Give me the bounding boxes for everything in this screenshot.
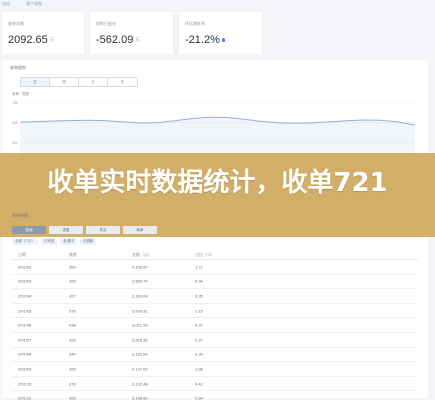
column-header-count[interactable]: 笔数 (69, 252, 77, 258)
cell-count: 340 (69, 351, 76, 357)
cell-count: 425 (69, 395, 76, 400)
cell-amount: 3,182.84 (132, 351, 148, 357)
cell-amount: 3,168.90 (132, 395, 148, 400)
cell-count: 376 (69, 308, 76, 314)
filter-section-label: 收单明细 (12, 213, 28, 218)
table-row[interactable]: 2/01/02 350 3,106.97 1.72 (12, 260, 418, 275)
table-row[interactable]: 2/01/04 427 3,163.04 0.35 (12, 289, 418, 304)
refresh-button[interactable]: 刷新 (123, 226, 157, 234)
stat-number: -562.09 (96, 34, 134, 46)
table-row[interactable]: 2/01/11 425 3,168.90 0.34 (12, 391, 418, 400)
cell-date: 2/01/06 (18, 322, 32, 328)
title-banner: 收单实时数据统计，收单721 (0, 153, 435, 237)
column-header-date[interactable]: 日期 (18, 252, 26, 258)
cell-amount: 3,127.00 (132, 366, 148, 372)
cell-amount: 3,132.48 (132, 381, 148, 387)
stat-number: -21.2% (185, 34, 220, 46)
cell-count: 350 (69, 264, 76, 270)
table-row[interactable]: 2/01/05 376 3,979.31 1.15 (12, 304, 418, 319)
cell-share: 0.37 (195, 337, 203, 343)
cell-date: 2/01/09 (18, 366, 32, 372)
filter-button-row: 查询 重置 导出 刷新 (12, 226, 157, 234)
segment-week[interactable]: 周 (50, 78, 79, 86)
cell-count: 425 (69, 337, 76, 343)
panel-title: 收单趋势 (10, 65, 26, 70)
cell-date: 2/01/07 (18, 337, 32, 343)
segment-year[interactable]: 年 (108, 78, 137, 86)
cell-amount: 3,315.36 (132, 337, 148, 343)
period-segmented-control: 日 周 月 年 (20, 77, 138, 87)
cell-amount: 3,163.04 (132, 293, 148, 299)
stat-card-change: 较昨日变化 -562.09 元 (90, 12, 173, 54)
segment-month[interactable]: 月 (79, 78, 108, 86)
stat-label: 收单总额 (8, 21, 24, 26)
chip-all[interactable]: 全部（721） (12, 238, 38, 245)
y-tick-label: 450 (12, 141, 18, 145)
cell-date: 2/01/03 (18, 278, 32, 284)
cell-share: 0.32 (195, 322, 203, 328)
cell-amount: 3,021.53 (132, 322, 148, 328)
stat-label: 较昨日变化 (96, 21, 116, 26)
cell-share: 1.72 (195, 264, 203, 270)
cell-share: 0.34 (195, 278, 203, 284)
stat-unit: 元 (135, 37, 140, 43)
stat-value: -562.09 元 (96, 34, 139, 46)
cell-date: 2/01/05 (18, 308, 32, 314)
table-row[interactable]: 2/01/09 425 3,127.00 1.38 (12, 362, 418, 377)
stat-value: 2092.65 元 (8, 34, 54, 46)
cell-count: 427 (69, 293, 76, 299)
column-header-amount[interactable]: 金额（元） (132, 252, 152, 258)
cell-share: 0.42 (195, 381, 203, 387)
cell-date: 2/01/08 (18, 351, 32, 357)
tab-phone[interactable]: 电话 (2, 1, 10, 7)
top-tab-bar: 电话 客户画像 (0, 0, 435, 10)
cell-amount: 3,979.31 (132, 308, 148, 314)
query-button[interactable]: 查询 (12, 226, 46, 234)
cell-date: 2/01/10 (18, 381, 32, 387)
cell-amount: 3,554.74 (132, 278, 148, 284)
table-row[interactable]: 2/01/07 425 3,315.36 0.37 (12, 333, 418, 348)
cell-share: 0.34 (195, 395, 203, 400)
stat-value: -21.2% (185, 34, 225, 46)
status-chip-row: 全部（721） 已完成 处理中 已退款 (12, 238, 97, 245)
y-tick-label: 750 (12, 101, 18, 105)
cell-date: 2/01/11 (18, 395, 32, 400)
cell-count: 438 (69, 322, 76, 328)
stat-card-growth: 环比增长率 -21.2% (179, 12, 262, 54)
y-tick-label: 600 (12, 121, 18, 125)
segment-day[interactable]: 日 (21, 78, 50, 86)
column-header-share[interactable]: 占比（%） (195, 252, 215, 258)
chip-completed[interactable]: 已完成 (40, 238, 58, 245)
cell-count: 376 (69, 381, 76, 387)
droplet-icon (221, 38, 225, 43)
cell-share: 0.34 (195, 351, 203, 357)
table-row[interactable]: 2/01/06 438 3,021.53 0.32 (12, 318, 418, 333)
cell-date: 2/01/02 (18, 264, 32, 270)
table-row[interactable]: 2/01/10 376 3,132.48 0.42 (12, 377, 418, 392)
chip-refunded[interactable]: 已退款 (79, 238, 97, 245)
cell-share: 0.35 (195, 293, 203, 299)
tab-customer-profile[interactable]: 客户画像 (26, 1, 42, 7)
banner-title: 收单实时数据统计，收单721 (47, 168, 388, 198)
cell-share: 1.15 (195, 308, 203, 314)
cell-amount: 3,106.97 (132, 264, 148, 270)
table-row[interactable]: 2/01/03 425 3,554.74 0.34 (12, 275, 418, 290)
chart-legend: 收单 · 笔数 (12, 92, 30, 96)
cell-share: 1.38 (195, 366, 203, 372)
cell-date: 2/01/04 (18, 293, 32, 299)
reset-button[interactable]: 重置 (49, 226, 83, 234)
cell-count: 425 (69, 278, 76, 284)
cell-count: 425 (69, 366, 76, 372)
table-header-row: 日期 笔数 金额（元） 占比（%） (12, 250, 418, 260)
stat-card-total: 收单总额 2092.65 元 (2, 12, 84, 54)
stat-unit: 元 (49, 37, 54, 43)
table-row[interactable]: 2/01/08 340 3,182.84 0.34 (12, 348, 418, 363)
stat-number: 2092.65 (8, 34, 48, 46)
stat-label: 环比增长率 (185, 21, 205, 26)
export-button[interactable]: 导出 (86, 226, 120, 234)
detail-table: 日期 笔数 金额（元） 占比（%） 2/01/02 350 3,106.97 1.72… (12, 250, 418, 400)
chip-processing[interactable]: 处理中 (60, 238, 77, 245)
